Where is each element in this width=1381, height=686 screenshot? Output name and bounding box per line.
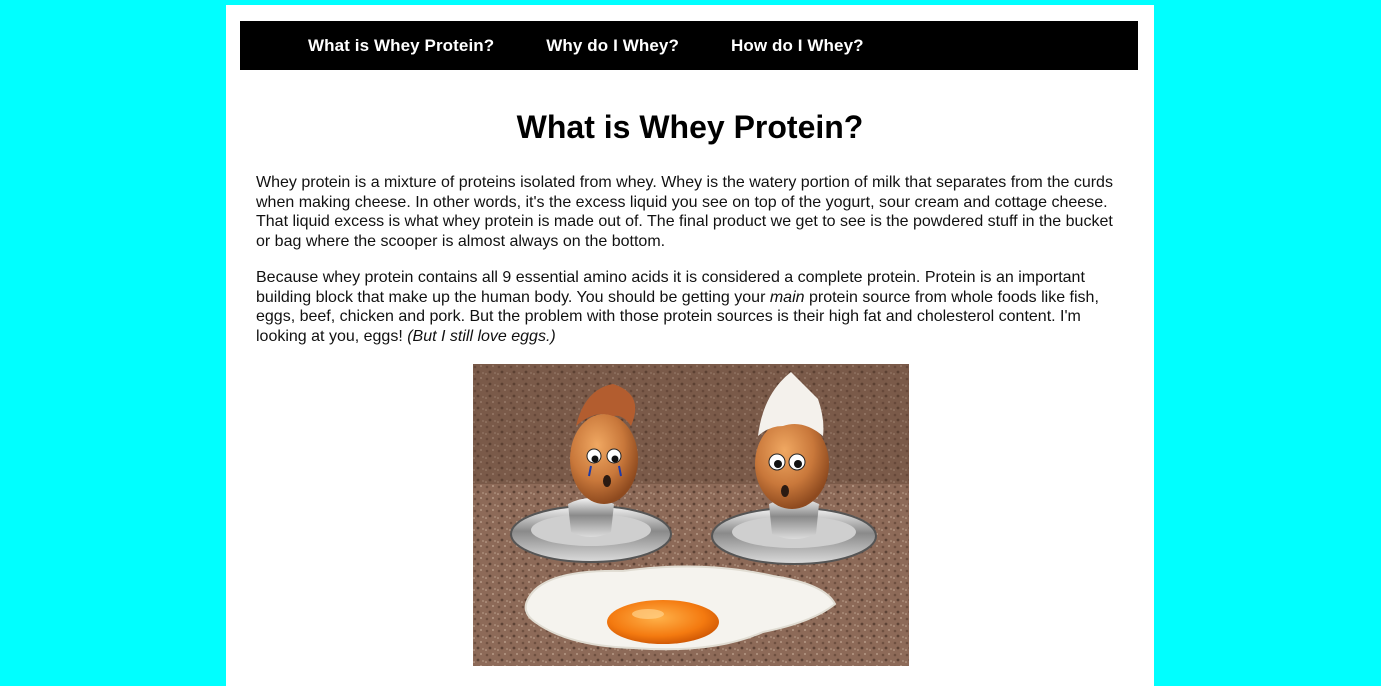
nav-link-how-do-i-whey[interactable]: How do I Whey? (731, 36, 864, 56)
page-container: What is Whey Protein? Why do I Whey? How… (226, 5, 1154, 686)
emphasis-text: main (769, 288, 805, 306)
nav-link-what-is-whey-protein[interactable]: What is Whey Protein? (308, 36, 494, 56)
aside-text: (But I still love eggs.) (407, 327, 556, 345)
amino-acids-paragraph: Because whey protein contains all 9 esse… (256, 268, 1128, 346)
nav-link-why-do-i-whey[interactable]: Why do I Whey? (546, 36, 679, 56)
eggs-photo (473, 364, 909, 666)
page-title: What is Whey Protein? (516, 109, 864, 145)
top-nav: What is Whey Protein? Why do I Whey? How… (240, 21, 1138, 70)
intro-paragraph: Whey protein is a mixture of proteins is… (256, 174, 1113, 250)
